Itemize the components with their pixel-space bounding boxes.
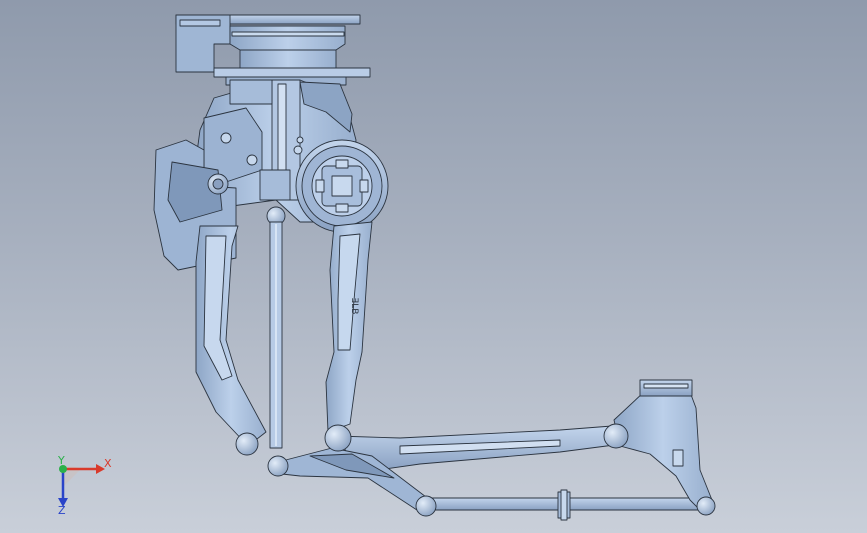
orientation-triad: X Y Z [57,454,112,516]
wheel-hub [295,139,389,233]
rear-carrier [613,379,713,515]
trailing-arm: ƎLB [325,221,373,433]
rear-link-arm [195,225,267,447]
top-mount [175,14,371,86]
ball-joint[interactable] [267,455,289,477]
suspension-assembly-model[interactable]: ƎLB [153,14,716,521]
z-axis-label: Z [58,504,66,516]
ball-joint[interactable] [324,424,352,452]
cad-3d-viewport[interactable]: ƎLB [0,0,867,533]
y-axis-label: Y [57,454,65,467]
vertical-tie-rod [269,221,283,449]
toe-link [427,489,707,521]
upper-ball-joint [259,169,291,226]
ball-joint[interactable] [696,496,716,516]
ball-joint[interactable] [603,423,629,449]
ball-joint[interactable] [235,432,259,456]
x-axis-label: X [104,457,112,470]
arm-engraving: ƎLB [349,298,359,315]
ball-joint[interactable] [415,495,437,517]
